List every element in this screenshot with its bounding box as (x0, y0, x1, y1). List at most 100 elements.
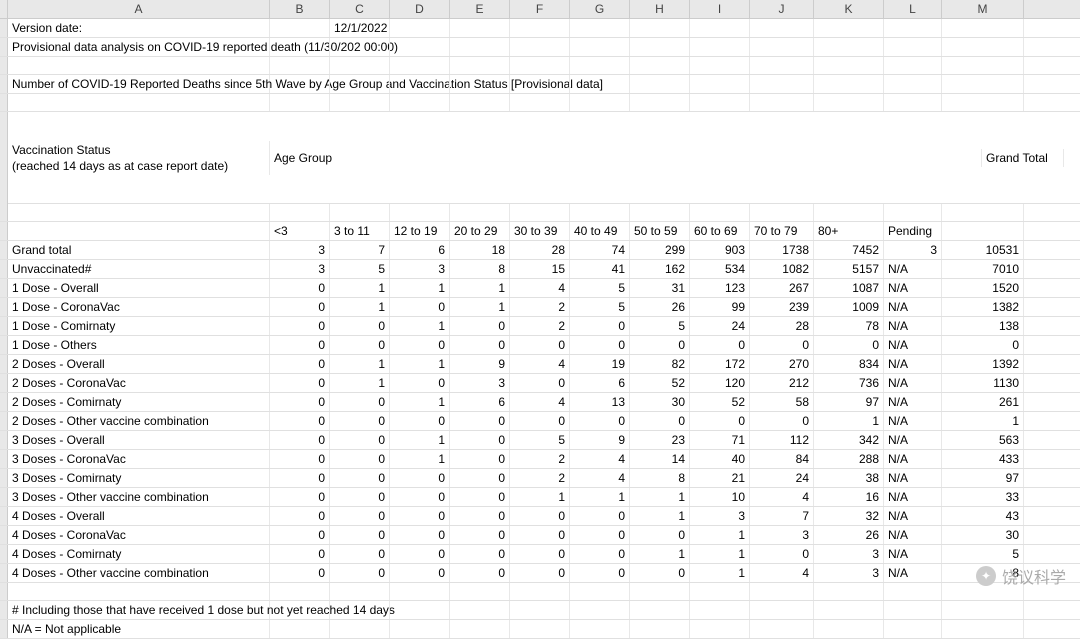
data-cell[interactable]: 6 (390, 241, 450, 259)
data-cell[interactable]: N/A (884, 355, 942, 373)
data-cell[interactable]: 834 (814, 355, 884, 373)
data-cell[interactable]: 0 (690, 336, 750, 354)
data-cell[interactable]: N/A (884, 412, 942, 430)
data-cell[interactable]: 267 (750, 279, 814, 297)
data-cell[interactable]: 0 (270, 336, 330, 354)
row-label[interactable]: 3 Doses - CoronaVac (8, 450, 270, 468)
data-cell[interactable]: 0 (450, 488, 510, 506)
data-cell[interactable]: 2 (510, 317, 570, 335)
data-cell[interactable]: 1082 (750, 260, 814, 278)
data-cell[interactable]: 0 (330, 488, 390, 506)
data-cell[interactable]: 534 (690, 260, 750, 278)
data-cell[interactable]: N/A (884, 564, 942, 582)
row-label[interactable]: 2 Doses - Comirnaty (8, 393, 270, 411)
data-cell[interactable]: 0 (630, 336, 690, 354)
data-cell[interactable]: 0 (330, 450, 390, 468)
age-col-4[interactable]: 30 to 39 (510, 222, 570, 240)
data-cell[interactable]: 84 (750, 450, 814, 468)
data-cell[interactable]: 0 (390, 564, 450, 582)
data-cell[interactable]: 0 (270, 355, 330, 373)
data-cell[interactable]: 28 (510, 241, 570, 259)
grand-total-cell[interactable]: 1 (942, 412, 1024, 430)
data-cell[interactable]: 0 (510, 564, 570, 582)
data-cell[interactable]: 0 (270, 393, 330, 411)
data-cell[interactable]: 903 (690, 241, 750, 259)
data-cell[interactable]: 82 (630, 355, 690, 373)
data-cell[interactable]: 0 (270, 431, 330, 449)
row-label[interactable]: Grand total (8, 241, 270, 259)
data-cell[interactable]: 299 (630, 241, 690, 259)
data-cell[interactable]: 5 (570, 279, 630, 297)
data-cell[interactable]: 0 (330, 336, 390, 354)
data-cell[interactable]: 0 (270, 317, 330, 335)
data-cell[interactable]: 4 (510, 355, 570, 373)
col-header-I[interactable]: I (690, 0, 750, 18)
data-cell[interactable]: 97 (814, 393, 884, 411)
data-cell[interactable]: 21 (690, 469, 750, 487)
data-cell[interactable]: 1 (390, 393, 450, 411)
data-cell[interactable]: 19 (570, 355, 630, 373)
data-cell[interactable]: 0 (450, 564, 510, 582)
data-cell[interactable]: N/A (884, 469, 942, 487)
data-cell[interactable]: 0 (330, 393, 390, 411)
data-cell[interactable]: 5 (570, 298, 630, 316)
data-cell[interactable]: 38 (814, 469, 884, 487)
data-cell[interactable]: 342 (814, 431, 884, 449)
col-header-C[interactable]: C (330, 0, 390, 18)
data-cell[interactable]: 0 (570, 526, 630, 544)
col-header-A[interactable]: A (8, 0, 270, 18)
data-cell[interactable]: 15 (510, 260, 570, 278)
grand-total-cell[interactable]: 433 (942, 450, 1024, 468)
data-cell[interactable]: 0 (270, 279, 330, 297)
row-label[interactable]: 1 Dose - CoronaVac (8, 298, 270, 316)
data-cell[interactable]: N/A (884, 488, 942, 506)
data-cell[interactable]: 0 (390, 507, 450, 525)
data-cell[interactable]: 1 (690, 564, 750, 582)
data-cell[interactable]: 4 (570, 469, 630, 487)
grand-total-cell[interactable]: 7010 (942, 260, 1024, 278)
data-cell[interactable]: N/A (884, 450, 942, 468)
data-cell[interactable]: 0 (450, 526, 510, 544)
data-cell[interactable]: 30 (630, 393, 690, 411)
data-cell[interactable]: 26 (814, 526, 884, 544)
data-cell[interactable]: 0 (450, 412, 510, 430)
data-cell[interactable]: 0 (450, 545, 510, 563)
row-label[interactable]: 2 Doses - CoronaVac (8, 374, 270, 392)
data-cell[interactable]: 0 (390, 469, 450, 487)
data-cell[interactable]: 1 (510, 488, 570, 506)
data-cell[interactable]: 0 (450, 507, 510, 525)
data-cell[interactable]: 7452 (814, 241, 884, 259)
data-cell[interactable]: 736 (814, 374, 884, 392)
data-cell[interactable]: 0 (630, 526, 690, 544)
data-cell[interactable]: 0 (510, 374, 570, 392)
data-cell[interactable]: 0 (390, 374, 450, 392)
data-cell[interactable]: 0 (750, 545, 814, 563)
row-label[interactable]: 2 Doses - Overall (8, 355, 270, 373)
footer-note-2[interactable]: N/A = Not applicable (8, 620, 270, 638)
data-cell[interactable]: 10 (690, 488, 750, 506)
data-cell[interactable]: 0 (330, 564, 390, 582)
row-label[interactable]: 1 Dose - Others (8, 336, 270, 354)
data-cell[interactable]: 4 (510, 393, 570, 411)
data-cell[interactable]: 41 (570, 260, 630, 278)
data-cell[interactable]: 52 (630, 374, 690, 392)
data-cell[interactable]: 13 (570, 393, 630, 411)
data-cell[interactable]: 52 (690, 393, 750, 411)
data-cell[interactable]: 1 (330, 374, 390, 392)
data-cell[interactable]: 2 (510, 298, 570, 316)
row-label[interactable]: 4 Doses - CoronaVac (8, 526, 270, 544)
col-header-L[interactable]: L (884, 0, 942, 18)
data-cell[interactable]: 1087 (814, 279, 884, 297)
grand-total-cell[interactable]: 261 (942, 393, 1024, 411)
data-cell[interactable]: 0 (330, 469, 390, 487)
data-cell[interactable]: 0 (570, 412, 630, 430)
col-header-E[interactable]: E (450, 0, 510, 18)
row-label[interactable]: 2 Doses - Other vaccine combination (8, 412, 270, 430)
data-cell[interactable]: 212 (750, 374, 814, 392)
data-cell[interactable]: 1 (390, 355, 450, 373)
data-cell[interactable]: 1009 (814, 298, 884, 316)
row-label[interactable]: 3 Doses - Overall (8, 431, 270, 449)
row-label[interactable]: 4 Doses - Other vaccine combination (8, 564, 270, 582)
data-cell[interactable]: 1 (390, 431, 450, 449)
data-cell[interactable]: 1 (330, 279, 390, 297)
